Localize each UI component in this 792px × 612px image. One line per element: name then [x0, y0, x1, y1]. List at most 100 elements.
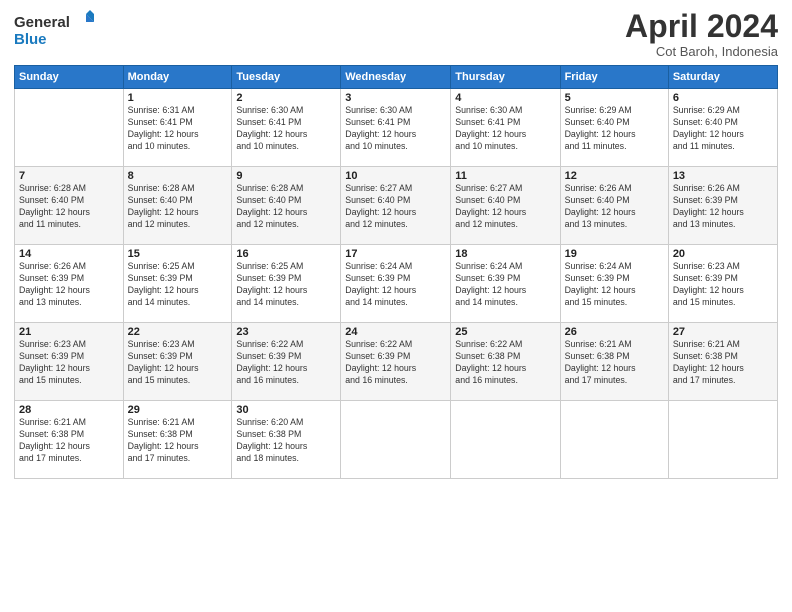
header-row: Sunday Monday Tuesday Wednesday Thursday…: [15, 66, 778, 89]
day-info: Sunrise: 6:26 AM Sunset: 6:39 PM Dayligh…: [19, 261, 119, 309]
day-number: 24: [345, 326, 446, 338]
day-number: 21: [19, 326, 119, 338]
day-number: 28: [19, 404, 119, 416]
table-row: 25Sunrise: 6:22 AM Sunset: 6:38 PM Dayli…: [451, 323, 560, 401]
svg-text:Blue: Blue: [14, 31, 47, 48]
day-number: 7: [19, 170, 119, 182]
week-row-2: 14Sunrise: 6:26 AM Sunset: 6:39 PM Dayli…: [15, 245, 778, 323]
day-info: Sunrise: 6:21 AM Sunset: 6:38 PM Dayligh…: [565, 339, 664, 387]
day-info: Sunrise: 6:22 AM Sunset: 6:38 PM Dayligh…: [455, 339, 555, 387]
day-info: Sunrise: 6:23 AM Sunset: 6:39 PM Dayligh…: [128, 339, 228, 387]
table-row: [668, 401, 777, 479]
col-wednesday: Wednesday: [341, 66, 451, 89]
day-number: 27: [673, 326, 773, 338]
col-saturday: Saturday: [668, 66, 777, 89]
month-title: April 2024: [625, 10, 778, 42]
day-info: Sunrise: 6:30 AM Sunset: 6:41 PM Dayligh…: [455, 105, 555, 153]
col-friday: Friday: [560, 66, 668, 89]
day-info: Sunrise: 6:30 AM Sunset: 6:41 PM Dayligh…: [236, 105, 336, 153]
week-row-4: 28Sunrise: 6:21 AM Sunset: 6:38 PM Dayli…: [15, 401, 778, 479]
day-number: 11: [455, 170, 555, 182]
table-row: 20Sunrise: 6:23 AM Sunset: 6:39 PM Dayli…: [668, 245, 777, 323]
table-row: 22Sunrise: 6:23 AM Sunset: 6:39 PM Dayli…: [123, 323, 232, 401]
table-row: 17Sunrise: 6:24 AM Sunset: 6:39 PM Dayli…: [341, 245, 451, 323]
day-number: 2: [236, 92, 336, 104]
day-info: Sunrise: 6:25 AM Sunset: 6:39 PM Dayligh…: [236, 261, 336, 309]
day-info: Sunrise: 6:28 AM Sunset: 6:40 PM Dayligh…: [19, 183, 119, 231]
day-info: Sunrise: 6:21 AM Sunset: 6:38 PM Dayligh…: [19, 417, 119, 465]
day-number: 23: [236, 326, 336, 338]
table-row: [15, 89, 124, 167]
subtitle: Cot Baroh, Indonesia: [625, 44, 778, 59]
day-number: 26: [565, 326, 664, 338]
day-info: Sunrise: 6:22 AM Sunset: 6:39 PM Dayligh…: [236, 339, 336, 387]
day-info: Sunrise: 6:24 AM Sunset: 6:39 PM Dayligh…: [455, 261, 555, 309]
table-row: 29Sunrise: 6:21 AM Sunset: 6:38 PM Dayli…: [123, 401, 232, 479]
day-number: 17: [345, 248, 446, 260]
day-info: Sunrise: 6:27 AM Sunset: 6:40 PM Dayligh…: [455, 183, 555, 231]
table-row: 3Sunrise: 6:30 AM Sunset: 6:41 PM Daylig…: [341, 89, 451, 167]
col-thursday: Thursday: [451, 66, 560, 89]
day-number: 9: [236, 170, 336, 182]
day-number: 22: [128, 326, 228, 338]
week-row-3: 21 Sunrise: 6:23 AM Sunset: 6:39 PM Dayli…: [15, 323, 778, 401]
day-info: Sunrise: 6:27 AM Sunset: 6:40 PM Dayligh…: [345, 183, 446, 231]
day-info: Sunrise: 6:28 AM Sunset: 6:40 PM Dayligh…: [236, 183, 336, 231]
day-number: 20: [673, 248, 773, 260]
day-number: 30: [236, 404, 336, 416]
day-number: 10: [345, 170, 446, 182]
table-row: [451, 401, 560, 479]
table-row: 5Sunrise: 6:29 AM Sunset: 6:40 PM Daylig…: [560, 89, 668, 167]
day-info: Sunrise: 6:21 AM Sunset: 6:38 PM Dayligh…: [673, 339, 773, 387]
day-info: Sunrise: 6:26 AM Sunset: 6:39 PM Dayligh…: [673, 183, 773, 231]
table-row: 7Sunrise: 6:28 AM Sunset: 6:40 PM Daylig…: [15, 167, 124, 245]
day-info: Sunrise: 6:31 AM Sunset: 6:41 PM Dayligh…: [128, 105, 228, 153]
day-info: Sunrise: 6:23 AM Sunset: 6:39 PM Dayligh…: [673, 261, 773, 309]
day-number: 18: [455, 248, 555, 260]
title-block: April 2024 Cot Baroh, Indonesia: [625, 10, 778, 59]
table-row: 14Sunrise: 6:26 AM Sunset: 6:39 PM Dayli…: [15, 245, 124, 323]
table-row: 16Sunrise: 6:25 AM Sunset: 6:39 PM Dayli…: [232, 245, 341, 323]
week-row-0: 1Sunrise: 6:31 AM Sunset: 6:41 PM Daylig…: [15, 89, 778, 167]
col-tuesday: Tuesday: [232, 66, 341, 89]
table-row: 28Sunrise: 6:21 AM Sunset: 6:38 PM Dayli…: [15, 401, 124, 479]
day-number: 25: [455, 326, 555, 338]
table-row: 9Sunrise: 6:28 AM Sunset: 6:40 PM Daylig…: [232, 167, 341, 245]
table-row: [341, 401, 451, 479]
day-number: 13: [673, 170, 773, 182]
calendar-table: Sunday Monday Tuesday Wednesday Thursday…: [14, 65, 778, 479]
table-row: 24Sunrise: 6:22 AM Sunset: 6:39 PM Dayli…: [341, 323, 451, 401]
table-row: 11Sunrise: 6:27 AM Sunset: 6:40 PM Dayli…: [451, 167, 560, 245]
table-row: 21Sunrise: 6:23 AM Sunset: 6:39 PM Dayli…: [15, 323, 124, 401]
day-info: Sunrise: 6:25 AM Sunset: 6:39 PM Dayligh…: [128, 261, 228, 309]
col-sunday: Sunday: [15, 66, 124, 89]
col-monday: Monday: [123, 66, 232, 89]
day-number: 6: [673, 92, 773, 104]
table-row: 30Sunrise: 6:20 AM Sunset: 6:38 PM Dayli…: [232, 401, 341, 479]
table-row: 4Sunrise: 6:30 AM Sunset: 6:41 PM Daylig…: [451, 89, 560, 167]
day-info: Sunrise: 6:24 AM Sunset: 6:39 PM Dayligh…: [565, 261, 664, 309]
logo: General Blue: [14, 10, 94, 52]
day-number: 4: [455, 92, 555, 104]
table-row: 18Sunrise: 6:24 AM Sunset: 6:39 PM Dayli…: [451, 245, 560, 323]
table-row: 6Sunrise: 6:29 AM Sunset: 6:40 PM Daylig…: [668, 89, 777, 167]
table-row: [560, 401, 668, 479]
table-row: 15Sunrise: 6:25 AM Sunset: 6:39 PM Dayli…: [123, 245, 232, 323]
header: General Blue April 2024 Cot Baroh, Indon…: [14, 10, 778, 59]
page: General Blue April 2024 Cot Baroh, Indon…: [0, 0, 792, 612]
table-row: 8Sunrise: 6:28 AM Sunset: 6:40 PM Daylig…: [123, 167, 232, 245]
day-info: Sunrise: 6:22 AM Sunset: 6:39 PM Dayligh…: [345, 339, 446, 387]
day-info: Sunrise: 6:30 AM Sunset: 6:41 PM Dayligh…: [345, 105, 446, 153]
week-row-1: 7Sunrise: 6:28 AM Sunset: 6:40 PM Daylig…: [15, 167, 778, 245]
day-number: 5: [565, 92, 664, 104]
logo-svg: General Blue: [14, 10, 94, 52]
table-row: 10Sunrise: 6:27 AM Sunset: 6:40 PM Dayli…: [341, 167, 451, 245]
table-row: 12Sunrise: 6:26 AM Sunset: 6:40 PM Dayli…: [560, 167, 668, 245]
day-info: Sunrise: 6:29 AM Sunset: 6:40 PM Dayligh…: [673, 105, 773, 153]
day-number: 8: [128, 170, 228, 182]
table-row: 2Sunrise: 6:30 AM Sunset: 6:41 PM Daylig…: [232, 89, 341, 167]
day-info: Sunrise: 6:26 AM Sunset: 6:40 PM Dayligh…: [565, 183, 664, 231]
day-info: Sunrise: 6:28 AM Sunset: 6:40 PM Dayligh…: [128, 183, 228, 231]
svg-text:General: General: [14, 14, 70, 31]
day-number: 16: [236, 248, 336, 260]
